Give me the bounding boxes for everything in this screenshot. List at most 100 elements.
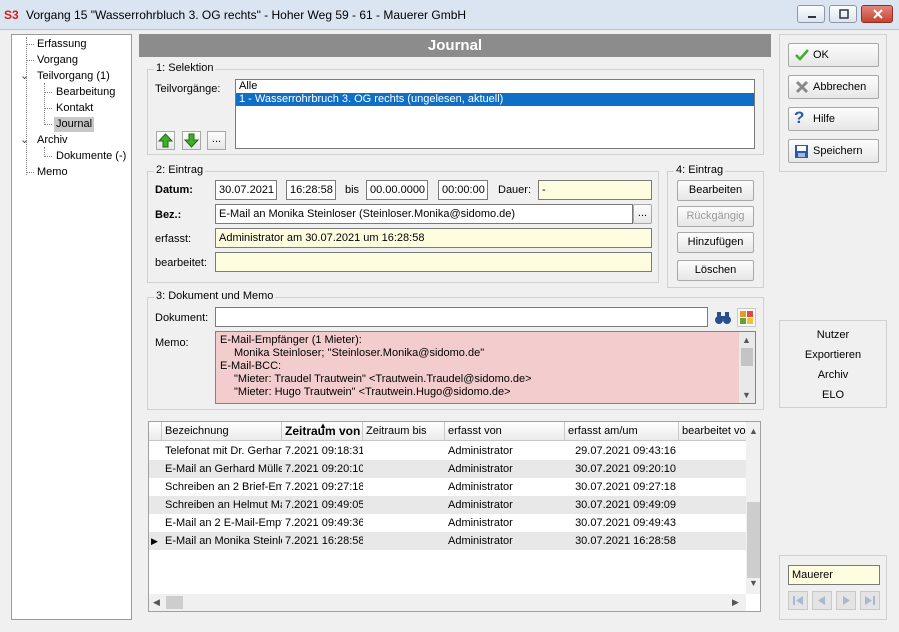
hinzufuegen-button[interactable]: Hinzufügen bbox=[677, 232, 754, 253]
move-up-button[interactable] bbox=[156, 131, 175, 150]
tree-item-kontakt[interactable]: Kontakt bbox=[56, 101, 93, 116]
link-elo[interactable]: ELO bbox=[780, 389, 886, 401]
link-exportieren[interactable]: Exportieren bbox=[780, 349, 886, 361]
maximize-icon bbox=[839, 9, 849, 19]
cell-erfasst-am: 30.07.2021 09:49:09 bbox=[575, 499, 676, 511]
bis-zeit-field[interactable]: 00:00:00 bbox=[438, 180, 488, 200]
dialog-buttons-panel: OK Abbrechen ? Hilfe Speichern bbox=[779, 34, 887, 172]
abbrechen-button[interactable]: Abbrechen bbox=[788, 75, 879, 99]
document-open-button[interactable] bbox=[737, 308, 756, 327]
link-nutzer[interactable]: Nutzer bbox=[780, 329, 886, 341]
column-header-erfasst-am[interactable]: erfasst am/um bbox=[565, 422, 679, 441]
bez-field[interactable]: E-Mail an Monika Steinloser (Steinloser.… bbox=[215, 204, 633, 224]
table-hscroll-thumb[interactable] bbox=[166, 596, 183, 609]
ok-label: OK bbox=[813, 49, 829, 61]
tree-item-bearbeitung[interactable]: Bearbeitung bbox=[56, 85, 115, 100]
table-row[interactable]: Telefonat mit Dr. Gerhard 7.2021 09:18:3… bbox=[149, 442, 747, 460]
tree-item-erfassung[interactable]: Erfassung bbox=[37, 37, 87, 52]
teilvorgaenge-list[interactable]: Alle 1 - Wasserrohrbruch 3. OG rechts (u… bbox=[235, 79, 755, 149]
move-down-button[interactable] bbox=[182, 131, 201, 150]
list-item-selected[interactable]: 1 - Wasserrohrbruch 3. OG rechts (ungele… bbox=[236, 93, 754, 106]
navigator-value: Mauerer bbox=[788, 565, 880, 585]
tree-item-vorgang[interactable]: Vorgang bbox=[37, 53, 78, 68]
bis-datum-field[interactable]: 00.00.0000 bbox=[366, 180, 428, 200]
speichern-button[interactable]: Speichern bbox=[788, 139, 879, 163]
expand-chevron-icon[interactable]: ⌄ bbox=[20, 69, 29, 82]
dauer-field: - bbox=[538, 180, 652, 200]
nav-first-button[interactable] bbox=[788, 591, 808, 610]
cell-zeitraum-bis bbox=[363, 532, 445, 550]
list-item[interactable]: Alle bbox=[236, 80, 754, 93]
memo-scrollbar[interactable]: ▲ ▼ bbox=[739, 332, 755, 403]
more-button[interactable]: ... bbox=[207, 131, 226, 150]
erfasst-label: erfasst: bbox=[155, 233, 192, 245]
abbrechen-label: Abbrechen bbox=[813, 81, 867, 93]
cell-erfasst-von: Administrator bbox=[448, 499, 513, 511]
loeschen-button[interactable]: Löschen bbox=[677, 260, 754, 281]
minimize-button[interactable] bbox=[797, 5, 825, 23]
current-row-indicator-icon: ▶ bbox=[151, 536, 158, 546]
cell-bezeichnung: E-Mail an 2 E-Mail-Empfä bbox=[165, 517, 282, 529]
cell-bezeichnung: Schreiben an 2 Brief-Empf bbox=[165, 481, 282, 493]
table-row-current[interactable]: ▶ E-Mail an Monika Steinlo 7.2021 16:28:… bbox=[149, 532, 747, 550]
zeit-field[interactable]: 16:28:58 bbox=[286, 180, 336, 200]
column-header-zeitraum-bis[interactable]: Zeitraum bis bbox=[363, 422, 445, 441]
column-header-bezeichnung[interactable]: Bezeichnung bbox=[162, 422, 282, 441]
scroll-up-icon[interactable]: ▲ bbox=[742, 334, 751, 347]
nav-next-button[interactable] bbox=[836, 591, 856, 610]
table-row[interactable]: Schreiben an Helmut Ma 7.2021 09:49:05 A… bbox=[149, 496, 747, 514]
column-header-erfasst-von[interactable]: erfasst von bbox=[445, 422, 565, 441]
table-vertical-scrollbar[interactable]: ▲ ▼ bbox=[746, 422, 760, 594]
tree-item-journal[interactable]: Journal bbox=[54, 117, 95, 132]
cell-zeitraum-von: 7.2021 16:28:58 bbox=[285, 535, 363, 547]
datum-field[interactable]: 30.07.2021 bbox=[215, 180, 277, 200]
cell-zeitraum-bis bbox=[363, 460, 445, 478]
minimize-icon bbox=[808, 16, 816, 18]
cell-zeitraum-von: 7.2021 09:49:36 bbox=[285, 517, 363, 529]
app-icon: S3 bbox=[4, 8, 19, 22]
table-row[interactable]: Schreiben an 2 Brief-Empf 7.2021 09:27:1… bbox=[149, 478, 747, 496]
expand-chevron-icon[interactable]: ⌄ bbox=[20, 133, 29, 146]
sort-ascending-icon: ▲ bbox=[319, 421, 327, 430]
cell-zeitraum-von: 7.2021 09:49:05 bbox=[285, 499, 363, 511]
arrow-down-icon bbox=[183, 133, 200, 148]
dokument-field[interactable] bbox=[215, 307, 708, 327]
table-scroll-thumb[interactable] bbox=[747, 502, 760, 578]
arrow-up-icon bbox=[157, 133, 174, 148]
memo-line: Monika Steinloser; "Steinloser.Monika@si… bbox=[234, 347, 485, 359]
memo-line: E-Mail-BCC: bbox=[220, 360, 282, 372]
scroll-down-icon[interactable]: ▼ bbox=[742, 389, 751, 402]
memo-line: "Mieter: Hugo Trautwein" <Trautwein.Hugo… bbox=[234, 386, 511, 398]
cell-erfasst-am: 30.07.2021 09:27:18 bbox=[575, 481, 676, 493]
nav-last-button[interactable] bbox=[860, 591, 880, 610]
memo-text[interactable]: E-Mail-Empfänger (1 Mieter): Monika Stei… bbox=[215, 331, 756, 404]
scroll-up-icon[interactable]: ▲ bbox=[749, 426, 758, 436]
table-horizontal-scrollbar[interactable]: ◀ ▶ bbox=[149, 594, 746, 611]
nav-prev-button[interactable] bbox=[812, 591, 832, 610]
tree-item-memo[interactable]: Memo bbox=[37, 165, 68, 180]
tree-item-dokumente[interactable]: Dokumente (-) bbox=[56, 149, 126, 164]
scroll-right-icon[interactable]: ▶ bbox=[732, 597, 739, 608]
rueckgaengig-button[interactable]: Rückgängig bbox=[677, 206, 754, 227]
scroll-down-icon[interactable]: ▼ bbox=[749, 578, 758, 588]
close-button[interactable] bbox=[861, 5, 893, 23]
cancel-x-icon bbox=[795, 80, 809, 94]
cell-bezeichnung: Telefonat mit Dr. Gerhard bbox=[165, 445, 282, 457]
link-archiv[interactable]: Archiv bbox=[780, 369, 886, 381]
tree-item-teilvorgang[interactable]: Teilvorgang (1) bbox=[37, 69, 110, 84]
cell-zeitraum-bis bbox=[363, 442, 445, 460]
ok-button[interactable]: OK bbox=[788, 43, 879, 67]
scroll-left-icon[interactable]: ◀ bbox=[153, 597, 160, 608]
cell-erfasst-von: Administrator bbox=[448, 535, 513, 547]
table-row[interactable]: E-Mail an Gerhard Müller 7.2021 09:20:10… bbox=[149, 460, 747, 478]
bez-more-button[interactable]: ... bbox=[633, 204, 652, 224]
bearbeiten-button[interactable]: Bearbeiten bbox=[677, 180, 754, 201]
table-row[interactable]: E-Mail an 2 E-Mail-Empfä 7.2021 09:49:36… bbox=[149, 514, 747, 532]
memo-scroll-thumb[interactable] bbox=[741, 348, 753, 366]
maximize-button[interactable] bbox=[829, 5, 857, 23]
hilfe-button[interactable]: ? Hilfe bbox=[788, 107, 879, 131]
cell-erfasst-von: Administrator bbox=[448, 517, 513, 529]
tree-item-archiv[interactable]: Archiv bbox=[37, 133, 68, 148]
column-header-bearbeitet-von[interactable]: bearbeitet von bbox=[679, 422, 747, 441]
binoculars-button[interactable] bbox=[713, 308, 733, 327]
